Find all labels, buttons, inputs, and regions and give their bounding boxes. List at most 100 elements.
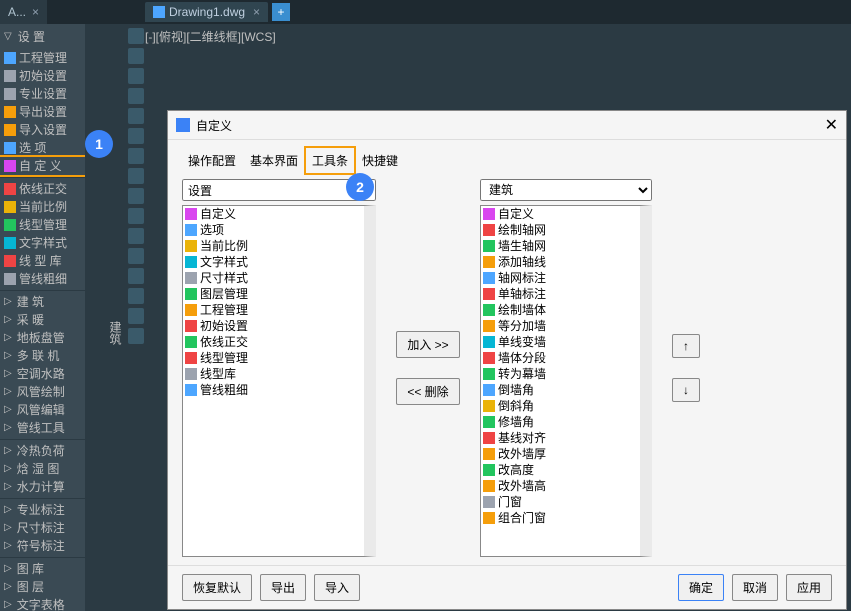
tab-basic-interface[interactable]: 基本界面 [244, 148, 304, 173]
list-item[interactable]: 门窗 [481, 494, 640, 510]
dialog-titlebar[interactable]: 自定义 ✕ [168, 111, 846, 140]
delete-button[interactable]: << 删除 [396, 378, 459, 405]
sidebar-item[interactable]: 导出设置 [0, 103, 85, 121]
sidebar-item[interactable]: ▷采 暖 [0, 311, 85, 329]
apply-button[interactable]: 应用 [786, 574, 832, 601]
list-item[interactable]: 基线对齐 [481, 430, 640, 446]
tool-button[interactable] [128, 268, 144, 284]
tool-button[interactable] [128, 88, 144, 104]
sidebar-item[interactable]: ▷水力计算 [0, 478, 85, 496]
list-item[interactable]: 管线粗细 [183, 382, 364, 398]
file-tab[interactable]: Drawing1.dwg × [145, 2, 268, 22]
list-item[interactable]: 轴网标注 [481, 270, 640, 286]
list-item[interactable]: 等分加墙 [481, 318, 640, 334]
tool-button[interactable] [128, 248, 144, 264]
sidebar-item[interactable]: ▷多 联 机 [0, 347, 85, 365]
sidebar-item[interactable]: ▷文字表格 [0, 596, 85, 611]
tool-button[interactable] [128, 208, 144, 224]
list-item[interactable]: 改外墙厚 [481, 446, 640, 462]
tool-button[interactable] [128, 168, 144, 184]
list-item[interactable]: 修墙角 [481, 414, 640, 430]
sidebar-item[interactable]: 导入设置 [0, 121, 85, 139]
list-item[interactable]: 添加轴线 [481, 254, 640, 270]
tool-button[interactable] [128, 148, 144, 164]
sidebar-item[interactable]: ▷焓 湿 图 [0, 460, 85, 478]
sidebar-item[interactable]: ▷符号标注 [0, 537, 85, 555]
list-item[interactable]: 改高度 [481, 462, 640, 478]
tab-toolbar[interactable]: 工具条 [306, 148, 354, 173]
sidebar-item[interactable]: ▷图 层 [0, 578, 85, 596]
list-item[interactable]: 尺寸样式 [183, 270, 364, 286]
restore-default-button[interactable]: 恢复默认 [182, 574, 252, 601]
close-icon[interactable]: ✕ [825, 115, 838, 135]
list-item[interactable]: 单轴标注 [481, 286, 640, 302]
tool-button[interactable] [128, 108, 144, 124]
tool-button[interactable] [128, 328, 144, 344]
list-item[interactable]: 初始设置 [183, 318, 364, 334]
tool-button[interactable] [128, 28, 144, 44]
list-item[interactable]: 转为幕墙 [481, 366, 640, 382]
sidebar-item[interactable]: ▷冷热负荷 [0, 442, 85, 460]
list-item[interactable]: 组合门窗 [481, 510, 640, 526]
list-item[interactable]: 工程管理 [183, 302, 364, 318]
list-item[interactable]: 文字样式 [183, 254, 364, 270]
sidebar-item[interactable]: 工程管理 [0, 49, 85, 67]
sidebar-item[interactable]: ▷空调水路 [0, 365, 85, 383]
cancel-button[interactable]: 取消 [732, 574, 778, 601]
sidebar-item[interactable]: ▷专业标注 [0, 501, 85, 519]
tool-button[interactable] [128, 308, 144, 324]
tool-button[interactable] [128, 288, 144, 304]
move-down-button[interactable]: ↓ [672, 378, 700, 402]
new-file-button[interactable]: + [272, 3, 290, 21]
left-header[interactable]: ▽ 设 置 [0, 24, 85, 49]
close-icon[interactable]: × [32, 5, 39, 19]
export-button[interactable]: 导出 [260, 574, 306, 601]
list-item[interactable]: 墙体分段 [481, 350, 640, 366]
tab-operation-config[interactable]: 操作配置 [182, 148, 242, 173]
vbar-tab[interactable]: 建筑 [105, 319, 126, 347]
list-item[interactable]: 当前比例 [183, 238, 364, 254]
tool-button[interactable] [128, 128, 144, 144]
sidebar-item[interactable]: ▷风管编辑 [0, 401, 85, 419]
tool-button[interactable] [128, 68, 144, 84]
tool-button[interactable] [128, 188, 144, 204]
sidebar-item[interactable]: 初始设置 [0, 67, 85, 85]
sidebar-item[interactable]: 线型管理 [0, 216, 85, 234]
ok-button[interactable]: 确定 [678, 574, 724, 601]
list-item[interactable]: 线型库 [183, 366, 364, 382]
sidebar-item[interactable]: ▷图 库 [0, 560, 85, 578]
list-item[interactable]: 绘制轴网 [481, 222, 640, 238]
list-item[interactable]: 图层管理 [183, 286, 364, 302]
list-item[interactable]: 倒墙角 [481, 382, 640, 398]
sidebar-item[interactable]: 管线粗细 [0, 270, 85, 288]
list-item[interactable]: 自定义 [183, 206, 364, 222]
close-icon[interactable]: × [253, 5, 260, 19]
tab-shortcut[interactable]: 快捷键 [356, 148, 404, 173]
sidebar-item[interactable]: 文字样式 [0, 234, 85, 252]
app-tab[interactable]: A... × [0, 0, 47, 24]
right-listbox[interactable]: 自定义绘制轴网墙生轴网添加轴线轴网标注单轴标注绘制墙体等分加墙单线变墙墙体分段转… [480, 205, 652, 557]
list-item[interactable]: 改外墙高 [481, 478, 640, 494]
sidebar-item[interactable]: 依线正交 [0, 180, 85, 198]
right-category-select[interactable]: 建筑 [480, 179, 652, 201]
move-up-button[interactable]: ↑ [672, 334, 700, 358]
add-button[interactable]: 加入 >> [396, 331, 459, 358]
sidebar-item[interactable]: ▷管线工具 [0, 419, 85, 437]
list-item[interactable]: 绘制墙体 [481, 302, 640, 318]
tool-button[interactable] [128, 48, 144, 64]
sidebar-item[interactable]: ▷风管绘制 [0, 383, 85, 401]
list-item[interactable]: 倒斜角 [481, 398, 640, 414]
sidebar-item-customize[interactable]: 自 定 义 [0, 157, 85, 175]
list-item[interactable]: 线型管理 [183, 350, 364, 366]
sidebar-item[interactable]: 线 型 库 [0, 252, 85, 270]
sidebar-item[interactable]: 选 项 [0, 139, 85, 157]
list-item[interactable]: 单线变墙 [481, 334, 640, 350]
sidebar-item[interactable]: 专业设置 [0, 85, 85, 103]
sidebar-item[interactable]: ▷尺寸标注 [0, 519, 85, 537]
list-item[interactable]: 选项 [183, 222, 364, 238]
left-listbox[interactable]: 自定义选项当前比例文字样式尺寸样式图层管理工程管理初始设置依线正交线型管理线型库… [182, 205, 376, 557]
sidebar-item[interactable]: 当前比例 [0, 198, 85, 216]
list-item[interactable]: 墙生轴网 [481, 238, 640, 254]
list-item[interactable]: 自定义 [481, 206, 640, 222]
sidebar-item[interactable]: ▷建 筑 [0, 293, 85, 311]
